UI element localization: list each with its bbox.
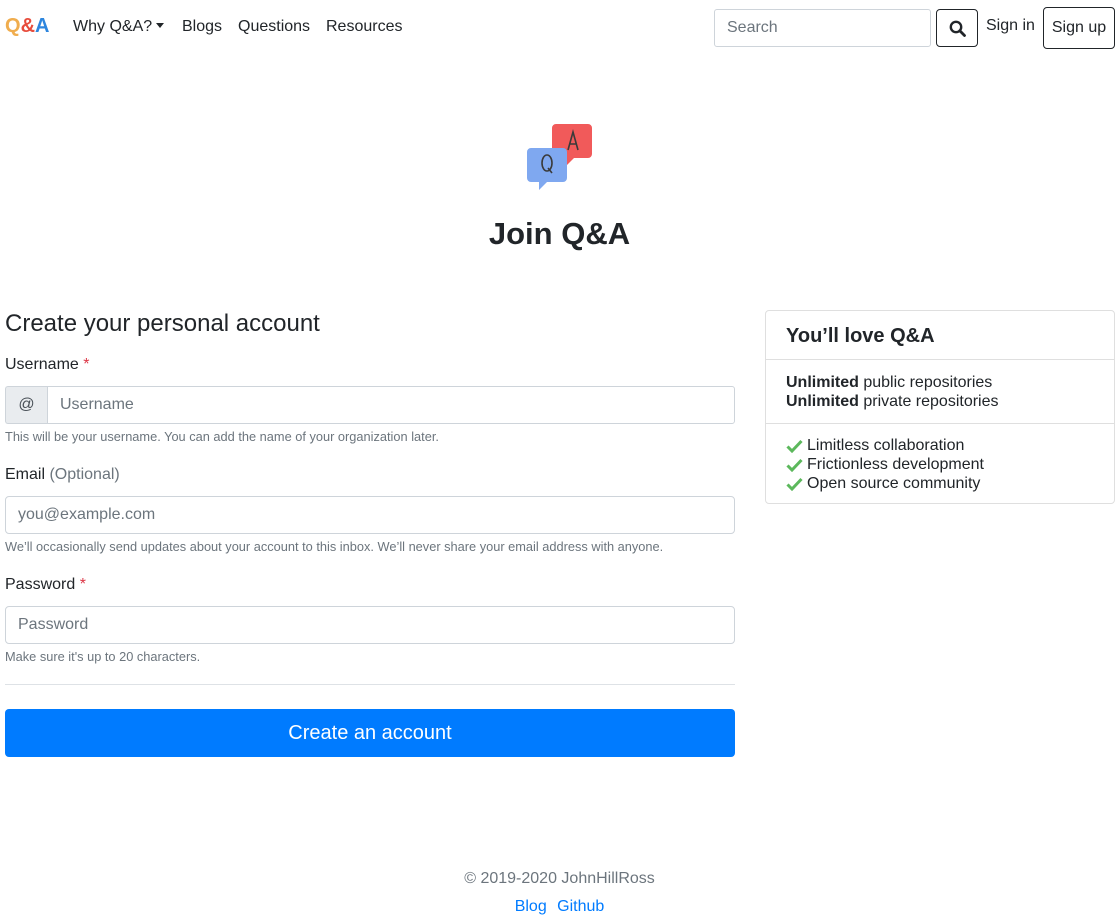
brand-amp: & (20, 15, 36, 37)
feature-label: Frictionless development (807, 456, 984, 473)
plans-list: Unlimited public repositories Unlimited … (786, 373, 999, 411)
email-label-text: Email (5, 466, 46, 483)
username-input[interactable] (47, 386, 735, 424)
nav-resources[interactable]: Resources (326, 18, 402, 36)
password-label-text: Password (5, 576, 76, 593)
plan-bold: Unlimited (786, 374, 859, 391)
plan-bold: Unlimited (786, 393, 859, 410)
card-title: You’ll love Q&A (786, 325, 935, 347)
email-label: Email (Optional) (5, 466, 120, 484)
optional-marker: (Optional) (49, 466, 120, 483)
features-list: Limitless collaboration Frictionless dev… (786, 436, 984, 493)
username-help: This will be your username. You can add … (5, 429, 439, 444)
page-title: Join Q&A (488, 216, 631, 251)
brand-a: A (35, 15, 50, 37)
username-label: Username * (5, 356, 90, 374)
username-label-text: Username (5, 356, 79, 373)
create-account-button[interactable]: Create an account (5, 709, 735, 757)
nav-questions[interactable]: Questions (238, 18, 310, 36)
plan-text: private repositories (858, 393, 999, 410)
check-icon (786, 439, 803, 453)
form-heading: Create your personal account (5, 310, 320, 337)
username-input-group: @ (5, 386, 735, 424)
card-divider (766, 423, 1114, 424)
footer-link-blog[interactable]: Blog (515, 898, 547, 915)
form-divider (5, 684, 735, 685)
nav-why-qa-dropdown[interactable]: Why Q&A? (73, 18, 165, 36)
plan-item: Unlimited public repositories (786, 373, 999, 392)
navbar: Q&A Why Q&A? Blogs Questions Resources S… (0, 0, 1119, 56)
card-header: You’ll love Q&A (766, 311, 1114, 360)
nav-blogs[interactable]: Blogs (182, 18, 222, 36)
feature-item: Frictionless development (786, 455, 984, 474)
search-button[interactable] (936, 9, 978, 47)
footer-link-github[interactable]: Github (557, 898, 604, 915)
check-icon (786, 458, 803, 472)
brand-logo[interactable]: Q&A (5, 15, 49, 38)
signin-link[interactable]: Sign in (986, 17, 1035, 35)
nav-why-qa-label: Why Q&A? (73, 18, 153, 35)
email-input[interactable] (5, 496, 735, 534)
benefits-card: You’ll love Q&A Unlimited public reposit… (765, 310, 1115, 504)
feature-label: Limitless collaboration (807, 437, 965, 454)
password-label: Password * (5, 576, 86, 594)
check-icon (786, 477, 803, 491)
required-marker: * (83, 356, 90, 373)
search-input[interactable] (714, 9, 931, 47)
plan-item: Unlimited private repositories (786, 392, 999, 411)
search-icon (949, 20, 966, 37)
signup-button[interactable]: Sign up (1043, 7, 1115, 49)
caret-down-icon (156, 23, 165, 28)
at-addon: @ (5, 386, 47, 424)
password-help: Make sure it's up to 20 characters. (5, 649, 201, 664)
copyright: © 2019-2020 JohnHillRoss (464, 870, 655, 887)
feature-item: Limitless collaboration (786, 436, 984, 455)
qa-bubbles-icon (527, 124, 592, 190)
brand-q: Q (5, 15, 21, 37)
feature-item: Open source community (786, 474, 984, 493)
email-help: We’ll occasionally send updates about yo… (5, 539, 664, 554)
feature-label: Open source community (807, 475, 981, 492)
required-marker: * (79, 576, 86, 593)
footer-links: Blog Github (0, 898, 1119, 916)
password-input[interactable] (5, 606, 735, 644)
plan-text: public repositories (858, 374, 993, 391)
